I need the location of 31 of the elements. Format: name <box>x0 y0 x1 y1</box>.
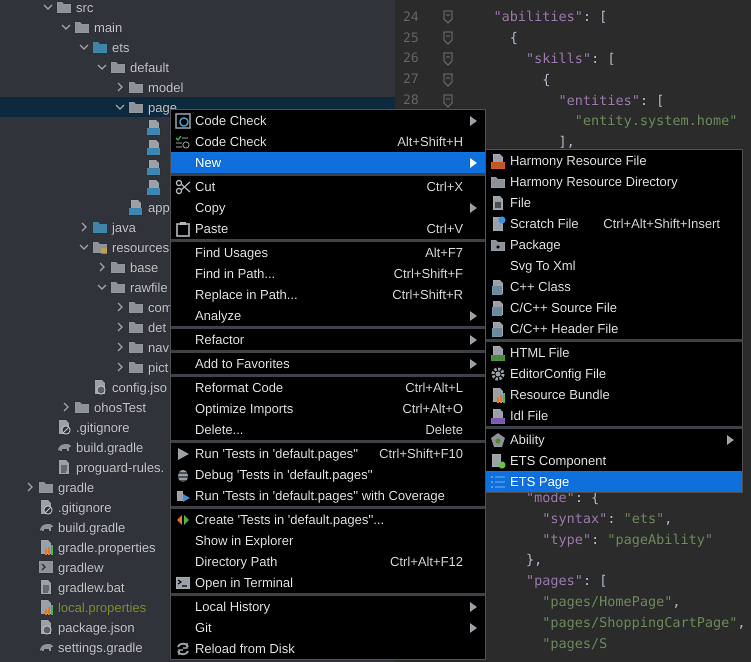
code-line: }, <box>525 552 542 568</box>
shortcut-text: Ctrl+Shift+F <box>394 266 463 281</box>
code-line: { <box>541 72 550 88</box>
code-line: { <box>508 30 518 46</box>
code-line: "skills": [ <box>525 50 616 67</box>
shortcut-text: Ctrl+Shift+F10 <box>379 446 463 461</box>
line-number: 26 <box>402 51 420 66</box>
shortcut-text: Ctrl+Alt+O <box>402 401 463 416</box>
code-line: "type": "pageAbility" <box>541 532 713 548</box>
line-number: 25 <box>402 30 420 46</box>
line-number: 28 <box>402 93 420 108</box>
code-line: "syntax": "ets", <box>541 510 672 527</box>
code-line: "entity.system.home" <box>574 113 738 130</box>
shortcut-text: Alt+F7 <box>425 245 463 260</box>
line-number: 24 <box>402 10 420 25</box>
shortcut-text: Ctrl+Shift+R <box>392 287 463 302</box>
shortcut-text: Alt+Shift+H <box>397 134 463 149</box>
code-line: "pages/S <box>541 636 608 652</box>
code-line: "abilities": [ <box>492 9 608 26</box>
line-number: 27 <box>402 72 420 88</box>
code-line: ], <box>558 134 575 150</box>
shortcut-text: Ctrl+Alt+L <box>405 380 463 395</box>
code-line: "entities": [ <box>558 92 664 109</box>
shortcut-text: Delete <box>425 422 463 437</box>
shortcut-text: Ctrl+X <box>426 179 463 194</box>
shortcut-text: Ctrl+Alt+F12 <box>390 554 463 569</box>
code-line: "pages/ShoppingCartPage", <box>541 614 746 631</box>
code-line: "pages": [ <box>525 573 608 590</box>
code-line: "pages/HomePage", <box>541 594 680 610</box>
shortcut-text: Ctrl+V <box>426 221 463 236</box>
shortcut-text: Ctrl+Alt+Shift+Insert <box>603 216 720 231</box>
